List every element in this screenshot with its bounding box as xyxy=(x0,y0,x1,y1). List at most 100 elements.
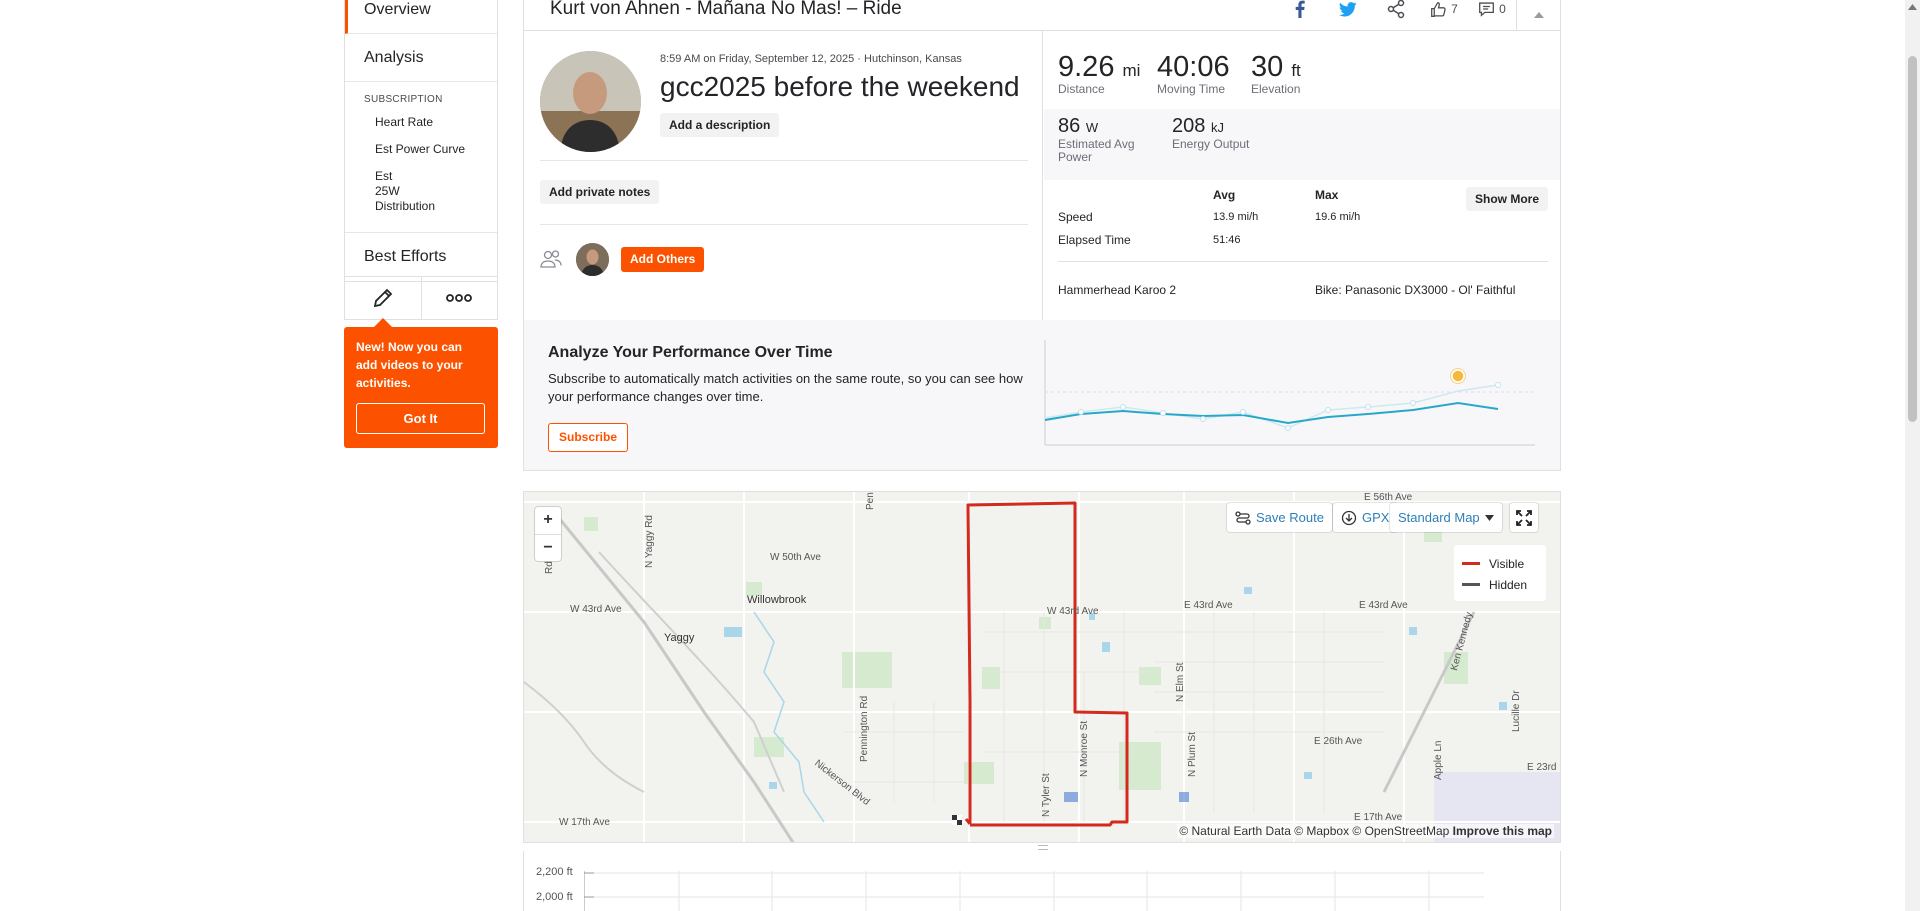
zoom-in-button[interactable]: + xyxy=(535,507,561,534)
sidebar-item-est-power-curve[interactable]: Est Power Curve xyxy=(345,138,497,161)
stat-distance: 9.26 mi Distance xyxy=(1058,51,1140,96)
sidebar-subscription-heading: SUBSCRIPTION xyxy=(364,94,443,105)
sidebar-actions xyxy=(344,276,498,320)
sidebar: Overview Analysis SUBSCRIPTION Heart Rat… xyxy=(344,0,498,282)
map-label-e23: E 23rd xyxy=(1527,762,1557,773)
table-divider xyxy=(1058,261,1548,262)
show-more-button[interactable]: Show More xyxy=(1466,187,1549,211)
route-map[interactable]: W 50th Ave Willowbrook W 43rd Ave Yaggy … xyxy=(523,491,1561,843)
sidebar-nav: Overview Analysis SUBSCRIPTION Heart Rat… xyxy=(344,0,498,282)
legend-visible-label: Visible xyxy=(1489,556,1525,571)
moving-time-label: Moving Time xyxy=(1157,82,1226,96)
comment-count: 0 xyxy=(1499,2,1506,16)
add-others-button[interactable]: Add Others xyxy=(621,247,705,272)
elevation-value: 30 xyxy=(1251,51,1284,83)
page-title: Kurt von Ahnen - Mañana No Mas! – Ride xyxy=(550,0,902,19)
map-attribution: © Natural Earth Data © Mapbox © OpenStre… xyxy=(1177,824,1554,838)
share-button[interactable] xyxy=(1372,0,1420,19)
map-legend: Visible Hidden xyxy=(1454,545,1546,601)
legend-hidden-label: Hidden xyxy=(1489,577,1528,592)
activity-meta: 8:59 AM on Friday, September 12, 2025 · … xyxy=(660,53,962,65)
details-divider xyxy=(540,160,1028,161)
bike-name[interactable]: Bike: Panasonic DX3000 - Ol' Faithful xyxy=(1315,283,1515,297)
map-label-e56: E 56th Ave xyxy=(1364,492,1413,503)
sidebar-item-est-25w-distribution[interactable]: Est 25W Distribution xyxy=(345,165,445,218)
fullscreen-icon xyxy=(1516,509,1532,526)
map-label-w43b: W 43rd Ave xyxy=(1047,606,1099,617)
twitter-share-button[interactable] xyxy=(1324,0,1372,19)
activity-page: Overview Analysis SUBSCRIPTION Heart Rat… xyxy=(0,0,1920,911)
performance-chart xyxy=(1044,340,1535,446)
map-label-pen: Pen xyxy=(865,492,876,510)
table-header-avg: Avg xyxy=(1213,188,1236,202)
power-value: 86 xyxy=(1058,115,1081,137)
stat-energy: 208 kJ Energy Output xyxy=(1172,115,1249,151)
sidebar-item-overview[interactable]: Overview xyxy=(345,0,497,34)
kudos-count: 7 xyxy=(1451,2,1458,16)
improve-map-link[interactable]: Improve this map xyxy=(1453,824,1552,838)
map-label-e43a: E 43rd Ave xyxy=(1184,600,1233,611)
scrollbar-thumb[interactable] xyxy=(1908,56,1917,422)
gpx-button[interactable]: GPX xyxy=(1333,503,1398,532)
table-header-max: Max xyxy=(1315,188,1339,202)
energy-value: 208 xyxy=(1172,115,1206,137)
map-resize-handle[interactable] xyxy=(1038,845,1048,850)
map-style-select[interactable]: Standard Map xyxy=(1390,503,1502,532)
athlete-small-photo xyxy=(576,243,609,276)
sidebar-item-analysis[interactable]: Analysis xyxy=(345,34,497,82)
fullscreen-button[interactable] xyxy=(1510,503,1538,532)
chevron-up-icon xyxy=(1533,12,1544,18)
attribution-text[interactable]: © Natural Earth Data © Mapbox © OpenStre… xyxy=(1179,824,1449,838)
legend-hidden-swatch xyxy=(1462,583,1480,586)
map-label-w43a: W 43rd Ave xyxy=(570,604,622,615)
stat-power: 86 W Estimated Avg Power xyxy=(1058,115,1148,164)
map-label-w17: W 17th Ave xyxy=(559,817,610,828)
save-route-button[interactable]: Save Route xyxy=(1227,503,1332,532)
add-private-notes-button[interactable]: Add private notes xyxy=(540,180,660,204)
distance-label: Distance xyxy=(1058,82,1105,96)
stat-elevation: 30 ft Elevation xyxy=(1251,51,1301,96)
kudos-button[interactable]: 7 xyxy=(1420,0,1468,19)
comments-button[interactable]: 0 xyxy=(1468,0,1516,19)
map-label-lucille: Lucille Dr xyxy=(1511,690,1522,732)
twitter-icon xyxy=(1339,1,1357,16)
finish-flag-icon xyxy=(952,815,962,825)
power-label: Estimated Avg Power xyxy=(1058,137,1135,164)
edit-button[interactable] xyxy=(345,277,421,319)
subscribe-button[interactable]: Subscribe xyxy=(548,423,629,452)
page-scrollbar[interactable] xyxy=(1905,0,1920,911)
map-label-elm: N Elm St xyxy=(1175,662,1186,702)
moving-time-value: 40:06 xyxy=(1157,51,1230,83)
athlete-small-avatar xyxy=(576,243,609,276)
power-unit: W xyxy=(1085,120,1099,135)
add-description-button[interactable]: Add a description xyxy=(660,113,780,137)
activity-title: gcc2025 before the weekend xyxy=(660,71,1020,102)
map-label-willowbrook: Willowbrook xyxy=(747,594,807,606)
sidebar-item-heart-rate[interactable]: Heart Rate xyxy=(345,111,497,134)
route-icon xyxy=(1235,510,1251,525)
got-it-button[interactable]: Got It xyxy=(356,403,485,434)
scroll-up-icon[interactable] xyxy=(1908,4,1917,10)
save-route-label: Save Route xyxy=(1256,510,1324,525)
more-actions-button[interactable] xyxy=(420,277,498,319)
zoom-out-button[interactable]: − xyxy=(535,534,561,561)
facebook-share-button[interactable] xyxy=(1276,0,1324,19)
comment-icon xyxy=(1479,2,1495,17)
map-label-e26: E 26th Ave xyxy=(1314,736,1363,747)
tooltip-arrow xyxy=(374,318,392,327)
athlete-avatar[interactable] xyxy=(540,51,641,152)
map-label-pennington: Pennington Rd xyxy=(859,695,870,762)
collapse-button[interactable] xyxy=(1516,0,1560,31)
legend-visible: Visible xyxy=(1462,553,1538,574)
gpx-label: GPX xyxy=(1362,510,1390,525)
stat-moving-time: 40:06 Moving Time xyxy=(1157,51,1230,96)
sidebar-item-best-efforts[interactable]: Best Efforts xyxy=(345,233,497,281)
zoom-controls: + − xyxy=(535,507,561,561)
elapsed-time-label: Elapsed Time xyxy=(1058,233,1131,247)
speed-avg: 13.9 mi/h xyxy=(1213,211,1259,223)
chevron-down-icon xyxy=(1484,514,1494,521)
map-label-yaggy: Yaggy xyxy=(664,632,695,644)
legend-hidden: Hidden xyxy=(1462,574,1538,595)
more-icon xyxy=(446,294,473,302)
analyze-title: Analyze Your Performance Over Time xyxy=(548,344,833,361)
